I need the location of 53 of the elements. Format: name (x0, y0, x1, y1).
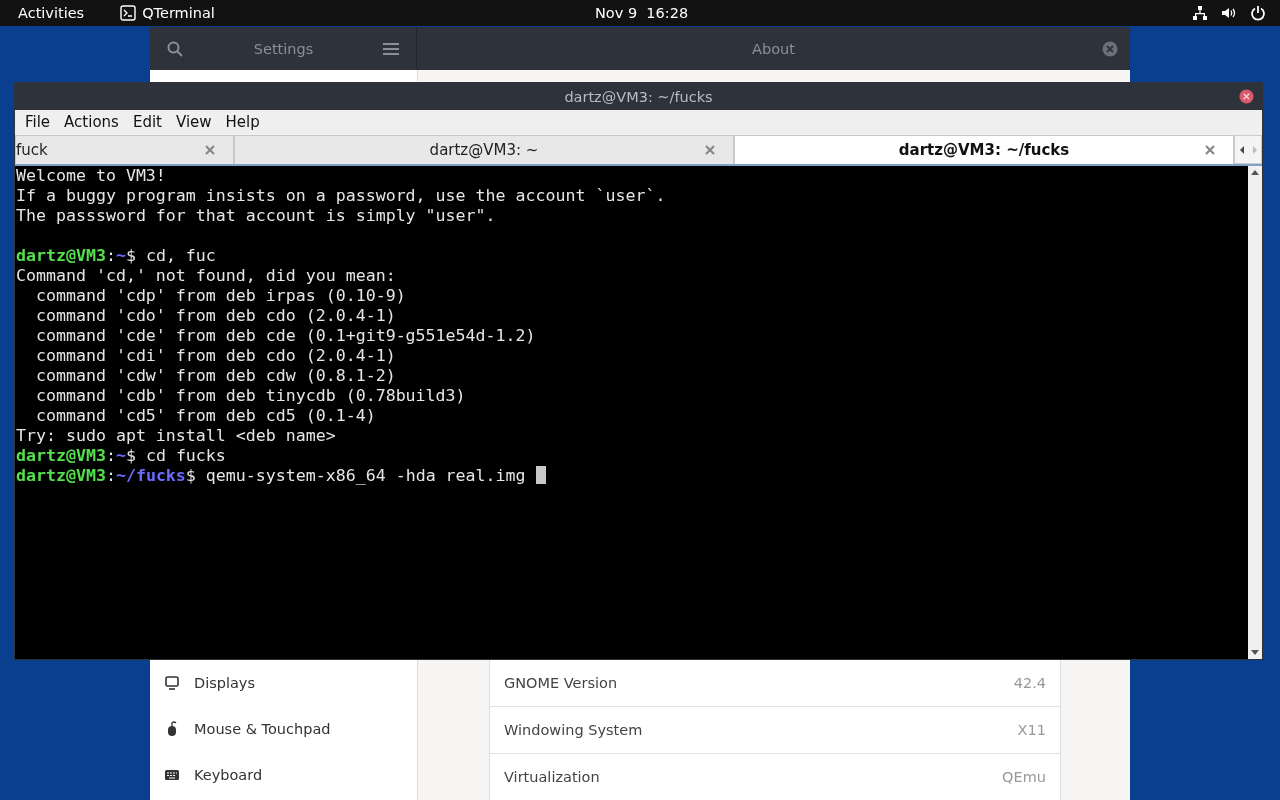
menu-item[interactable]: Actions (57, 112, 126, 131)
info-label: Virtualization (504, 769, 600, 785)
monitor-icon (164, 675, 180, 691)
output-line: Welcome to VM3! (16, 166, 166, 185)
tab[interactable]: dartz@VM3: ~/fucks (734, 135, 1234, 164)
output-line: Try: sudo apt install <deb name> (16, 426, 336, 445)
tab[interactable]: fuck (15, 135, 234, 164)
search-icon[interactable] (166, 39, 184, 58)
scroll-up-icon[interactable] (1251, 169, 1259, 175)
command-text: cd fucks (145, 446, 226, 465)
info-value: X11 (1017, 722, 1046, 738)
prompt: dartz@VM3:~/fucks$ (16, 466, 196, 485)
network-icon[interactable] (1192, 5, 1208, 21)
power-icon[interactable] (1250, 5, 1266, 21)
info-label: GNOME Version (504, 675, 618, 691)
terminal-icon[interactable] (120, 5, 137, 21)
output-line: command 'cdi' from deb cdo (2.0.4-1) (34, 346, 396, 365)
menu-item[interactable]: Edit (125, 112, 169, 131)
output-line: The passsword for that account is simply "user". (16, 206, 496, 225)
sidebar-item[interactable]: Displays (150, 660, 417, 706)
output-line: command 'cdb' from deb tinycdb (0.78build3) (34, 386, 466, 405)
close-icon[interactable] (1239, 89, 1254, 104)
command-text: qemu-system-x86_64 -hda real.img (205, 466, 526, 485)
info-value: QEmu (1002, 769, 1046, 785)
volume-icon[interactable] (1221, 5, 1237, 21)
menu-item[interactable]: Help (218, 112, 267, 131)
output-line: Command 'cd,' not found, did you mean: (16, 266, 396, 285)
keyboard-icon (164, 767, 180, 783)
clock[interactable]: Nov 9 16:28 (595, 5, 689, 21)
command-text: cd, fuc (145, 246, 216, 265)
page-title: About (752, 40, 795, 57)
output-line: command 'cdo' from deb cdo (2.0.4-1) (34, 306, 396, 325)
info-label: Windowing System (504, 722, 643, 738)
output-line: command 'cdp' from deb irpas (0.10-9) (34, 286, 406, 305)
scrollbar[interactable] (1248, 166, 1262, 659)
output-line: command 'cdw' from deb cdw (0.8.1-2) (34, 366, 396, 385)
app-menu-label[interactable]: QTerminal (142, 5, 215, 21)
window-title: Settings (253, 40, 314, 57)
menu-item[interactable]: View (168, 112, 219, 131)
prompt: dartz@VM3:~$ (16, 446, 136, 465)
output-line: command 'cd5' from deb cd5 (0.1-4) (34, 406, 376, 425)
sidebar-item[interactable]: Keyboard (150, 752, 417, 798)
output-line: command 'cde' from deb cde (0.1+git9-g551e54d-1.2) (34, 326, 536, 345)
menu-item[interactable]: File (18, 112, 58, 131)
window-title: dartz@VM3: ~/fucks (564, 88, 713, 105)
scroll-down-icon[interactable] (1251, 650, 1259, 656)
prompt: dartz@VM3:~$ (16, 246, 136, 265)
tab[interactable]: dartz@VM3: ~ (234, 135, 734, 164)
output-line: If a buggy program insists on a password, use the account `user`. (16, 186, 666, 205)
activities-button[interactable]: Activities (18, 5, 85, 21)
menu-icon[interactable] (383, 41, 399, 56)
sidebar-item[interactable]: Mouse & Touchpad (150, 706, 417, 752)
info-value: 42.4 (1013, 675, 1046, 691)
